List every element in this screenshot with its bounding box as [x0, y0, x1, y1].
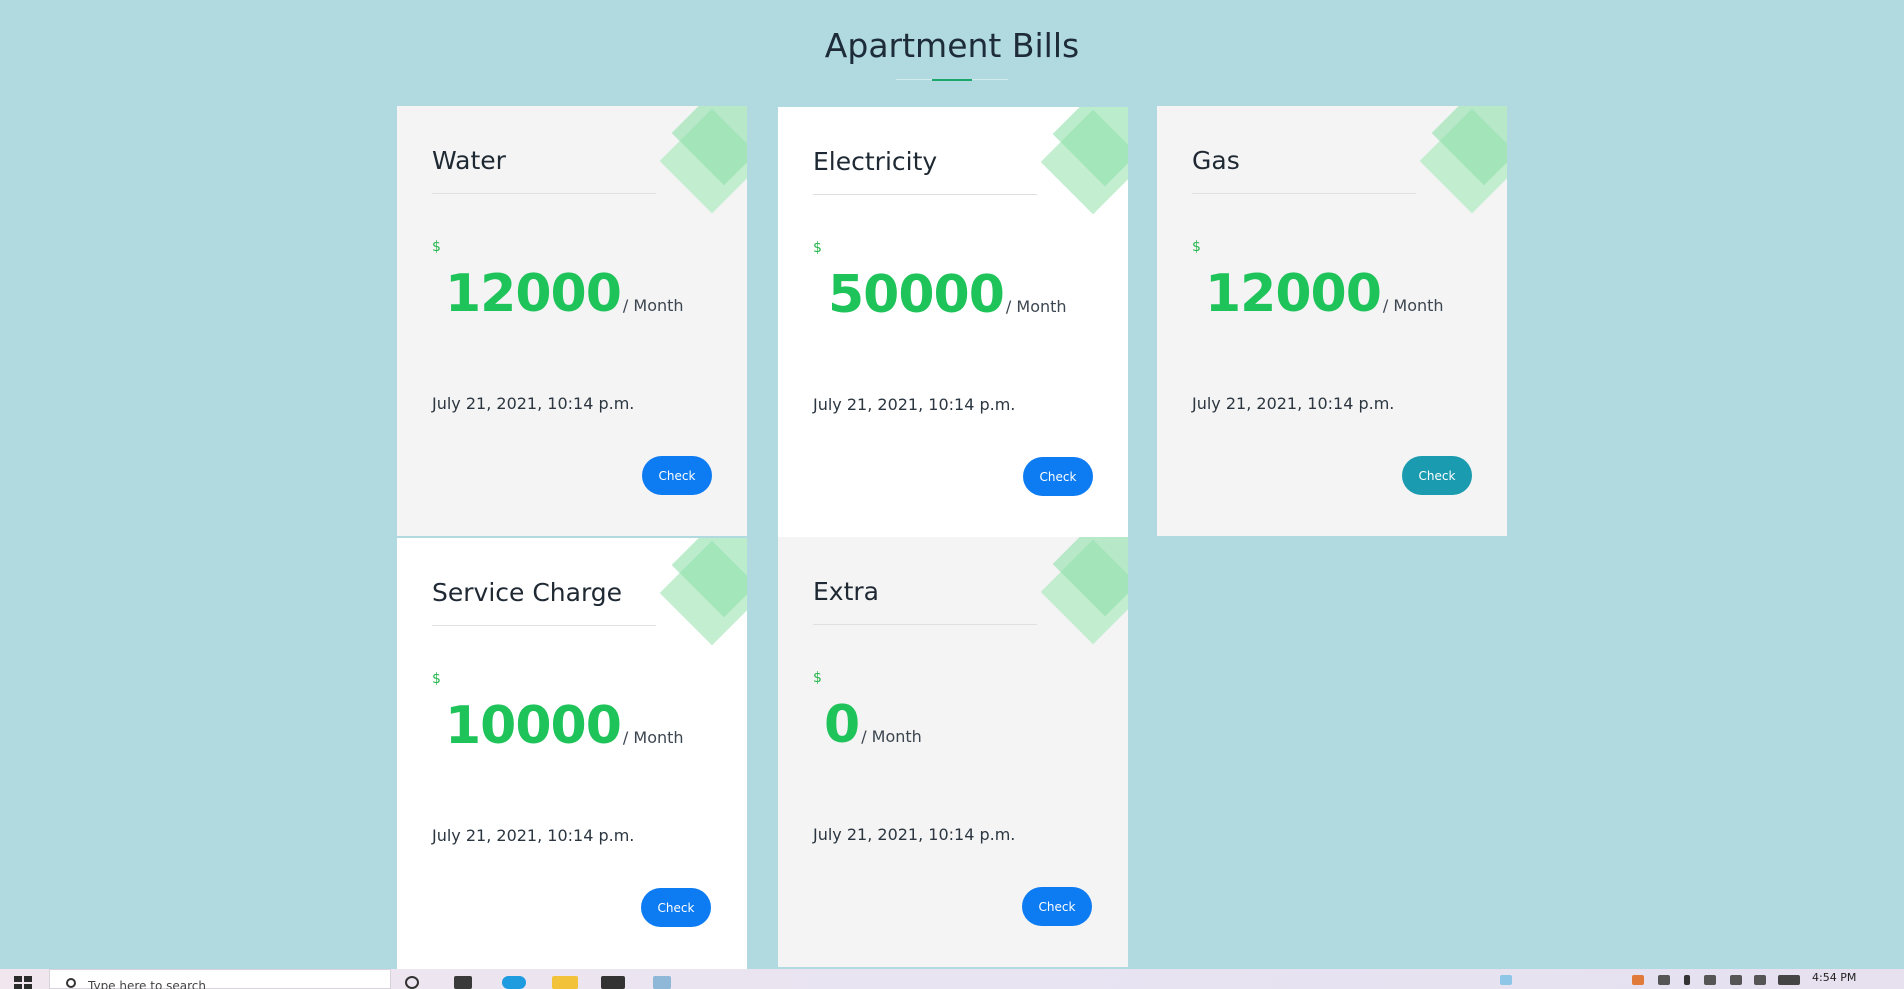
- task-view-icon[interactable]: [454, 976, 472, 989]
- file-explorer-icon[interactable]: [552, 976, 578, 989]
- check-button[interactable]: Check: [1402, 456, 1472, 495]
- diamond-decoration-icon: [659, 538, 747, 646]
- tray-usb-icon[interactable]: [1684, 975, 1690, 985]
- windows-start-icon[interactable]: [14, 976, 34, 989]
- card-title: Electricity: [813, 147, 938, 176]
- bill-card-gas: Gas $ 12000/ Month July 21, 2021, 10:14 …: [1157, 106, 1507, 536]
- title-underline-accent: [932, 79, 972, 81]
- amount-row: 12000/ Month: [1205, 264, 1444, 324]
- card-title: Service Charge: [432, 578, 623, 607]
- bill-card-extra: Extra $ 0/ Month July 21, 2021, 10:14 p.…: [778, 537, 1128, 967]
- briefcase-icon[interactable]: [601, 976, 625, 989]
- bill-date: July 21, 2021, 10:14 p.m.: [813, 395, 1016, 414]
- card-title: Extra: [813, 577, 879, 606]
- tray-battery-icon[interactable]: [1704, 975, 1716, 985]
- bill-period: / Month: [1005, 297, 1067, 316]
- taskbar-search-box[interactable]: Type here to search: [49, 969, 391, 989]
- check-button[interactable]: Check: [641, 888, 711, 927]
- taskbar-clock[interactable]: 4:54 PM: [1812, 971, 1856, 984]
- weather-icon[interactable]: [1500, 975, 1512, 985]
- tray-volume-icon[interactable]: [1754, 975, 1766, 985]
- page-title: Apartment Bills: [824, 26, 1080, 65]
- check-button[interactable]: Check: [1022, 887, 1092, 926]
- diamond-decoration-icon: [659, 106, 747, 214]
- bill-date: July 21, 2021, 10:14 p.m.: [813, 825, 1016, 844]
- bill-card-water: Water $ 12000/ Month July 21, 2021, 10:1…: [397, 106, 747, 536]
- tray-keyboard-icon[interactable]: [1778, 975, 1800, 985]
- tray-wifi-icon[interactable]: [1730, 975, 1742, 985]
- bill-card-electricity: Electricity $ 50000/ Month July 21, 2021…: [778, 107, 1128, 537]
- card-divider: [813, 624, 1037, 625]
- diamond-decoration-icon: [1040, 107, 1128, 215]
- bill-amount: 12000: [1205, 264, 1382, 324]
- currency-symbol: $: [1192, 239, 1201, 255]
- currency-symbol: $: [432, 239, 441, 255]
- currency-symbol: $: [813, 670, 822, 686]
- taskbar-search-placeholder: Type here to search: [88, 979, 206, 989]
- bill-date: July 21, 2021, 10:14 p.m.: [432, 826, 635, 845]
- bill-amount: 10000: [445, 696, 622, 756]
- diamond-decoration-icon: [1419, 106, 1507, 214]
- bill-period: / Month: [622, 296, 684, 315]
- amount-row: 0/ Month: [824, 695, 922, 755]
- bill-date: July 21, 2021, 10:14 p.m.: [1192, 394, 1395, 413]
- bill-period: / Month: [861, 727, 922, 746]
- tray-network-icon[interactable]: [1658, 975, 1670, 985]
- currency-symbol: $: [432, 671, 441, 687]
- amount-row: 50000/ Month: [828, 265, 1067, 325]
- search-icon: [66, 978, 76, 988]
- card-divider: [813, 194, 1037, 195]
- card-divider: [432, 193, 656, 194]
- check-button[interactable]: Check: [1023, 457, 1093, 496]
- bill-date: July 21, 2021, 10:14 p.m.: [432, 394, 635, 413]
- card-divider: [1192, 193, 1416, 194]
- bill-amount: 0: [824, 695, 860, 755]
- bill-amount: 50000: [828, 265, 1005, 325]
- card-title: Water: [432, 146, 506, 175]
- cortana-icon[interactable]: [405, 976, 419, 989]
- windows-taskbar: Type here to search 4:54 PM: [0, 969, 1904, 989]
- bill-period: / Month: [1382, 296, 1444, 315]
- card-divider: [432, 625, 656, 626]
- tray-app-icon[interactable]: [1632, 975, 1644, 985]
- edge-browser-icon[interactable]: [502, 976, 526, 989]
- amount-row: 10000/ Month: [445, 696, 684, 756]
- bill-period: / Month: [622, 728, 684, 747]
- amount-row: 12000/ Month: [445, 264, 684, 324]
- page: Apartment Bills Water $ 12000/ Month Jul…: [0, 0, 1904, 989]
- bill-amount: 12000: [445, 264, 622, 324]
- diamond-decoration-icon: [1040, 537, 1128, 645]
- check-button[interactable]: Check: [642, 456, 712, 495]
- app-icon[interactable]: [653, 976, 671, 989]
- card-title: Gas: [1192, 146, 1240, 175]
- bill-card-service-charge: Service Charge $ 10000/ Month July 21, 2…: [397, 538, 747, 969]
- currency-symbol: $: [813, 240, 822, 256]
